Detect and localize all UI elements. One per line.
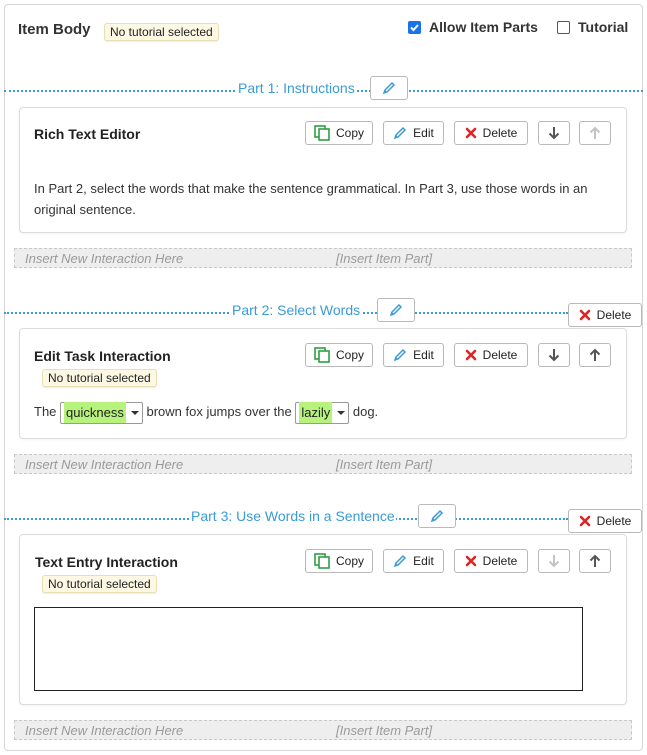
item-body-title: Item Body [18, 21, 91, 38]
part-2-label[interactable]: Part 2: Select Words [231, 302, 362, 318]
pencil-icon [430, 509, 444, 523]
close-icon [579, 515, 590, 527]
delete-label: Delete [482, 554, 518, 568]
edit-label: Edit [413, 126, 434, 140]
close-icon [465, 349, 476, 361]
delete-button[interactable]: Delete [454, 549, 528, 573]
delete-label: Delete [482, 126, 518, 140]
arrow-up-icon [589, 348, 601, 361]
copy-icon [314, 125, 330, 141]
insert-bar-1: Insert New Interaction Here [Insert Item… [14, 248, 632, 268]
card-title: Text Entry Interaction [35, 554, 178, 570]
check-icon [410, 23, 419, 31]
allow-item-parts-checkbox[interactable] [408, 20, 421, 34]
selected-word: quickness [64, 402, 126, 424]
edit-label: Edit [413, 554, 434, 568]
edit-button[interactable]: Edit [383, 121, 444, 145]
copy-label: Copy [335, 348, 364, 362]
sentence-text: dog. [352, 404, 379, 419]
edit-part-2-button[interactable] [377, 298, 415, 322]
move-up-button[interactable] [579, 343, 611, 367]
tutorial-badge: No tutorial selected [42, 575, 157, 593]
word-select-1[interactable]: quickness [60, 401, 143, 424]
edit-part-1-button[interactable] [370, 76, 408, 100]
arrow-up-icon [589, 554, 601, 567]
delete-part-3-button[interactable]: Delete [568, 509, 642, 533]
copy-icon [314, 553, 330, 569]
copy-label: Copy [335, 554, 364, 568]
edit-label: Edit [413, 348, 434, 362]
copy-button[interactable]: Copy [305, 121, 373, 145]
selected-word: lazily [299, 402, 333, 424]
pencil-icon [382, 81, 396, 95]
insert-interaction-link[interactable]: Insert New Interaction Here [25, 457, 183, 472]
arrow-down-icon [548, 127, 560, 140]
card-title: Rich Text Editor [34, 126, 141, 142]
close-icon [465, 127, 476, 139]
arrow-down-icon [548, 555, 560, 568]
delete-label: Delete [596, 514, 632, 528]
pencil-icon [389, 303, 403, 317]
edit-button[interactable]: Edit [383, 343, 444, 367]
insert-interaction-link[interactable]: Insert New Interaction Here [25, 251, 183, 266]
pencil-icon [393, 554, 407, 568]
move-down-button[interactable] [538, 343, 570, 367]
edit-part-3-button[interactable] [418, 504, 456, 528]
allow-item-parts-label: Allow Item Parts [429, 19, 538, 35]
move-up-button-disabled[interactable] [579, 121, 611, 145]
move-up-button[interactable] [579, 549, 611, 573]
tutorial-badge: No tutorial selected [104, 23, 219, 41]
delete-label: Delete [482, 348, 518, 362]
insert-item-part-link[interactable]: [Insert Item Part] [336, 457, 432, 472]
arrow-up-icon [589, 126, 601, 139]
tutorial-toggle[interactable]: Tutorial [557, 19, 628, 35]
move-down-button[interactable] [538, 121, 570, 145]
copy-icon [314, 347, 330, 363]
move-down-button-disabled[interactable] [538, 549, 570, 573]
card-title: Edit Task Interaction [34, 348, 171, 364]
delete-button[interactable]: Delete [454, 343, 528, 367]
insert-item-part-link[interactable]: [Insert Item Part] [336, 723, 432, 738]
copy-button[interactable]: Copy [305, 549, 373, 573]
chevron-down-icon [337, 410, 346, 415]
delete-button[interactable]: Delete [454, 121, 528, 145]
edit-button[interactable]: Edit [383, 549, 444, 573]
delete-part-2-button[interactable]: Delete [568, 303, 642, 327]
tutorial-badge: No tutorial selected [42, 369, 157, 387]
arrow-down-icon [548, 349, 560, 362]
text-entry-field[interactable] [34, 607, 583, 691]
delete-label: Delete [596, 308, 632, 322]
pencil-icon [393, 348, 407, 362]
pencil-icon [393, 126, 407, 140]
insert-item-part-link[interactable]: [Insert Item Part] [336, 251, 432, 266]
insert-interaction-link[interactable]: Insert New Interaction Here [25, 723, 183, 738]
tutorial-label: Tutorial [578, 19, 629, 35]
sentence-text: brown fox jumps over the [146, 404, 292, 419]
sentence-text: The [34, 404, 57, 419]
chevron-down-icon [130, 410, 139, 415]
tutorial-checkbox[interactable] [557, 20, 570, 34]
insert-bar-3: Insert New Interaction Here [Insert Item… [14, 720, 632, 740]
close-icon [579, 309, 590, 321]
allow-item-parts-toggle[interactable]: Allow Item Parts [408, 19, 538, 35]
part-1-label[interactable]: Part 1: Instructions [237, 80, 356, 96]
rich-text-content: In Part 2, select the words that make th… [34, 181, 588, 217]
close-icon [465, 555, 476, 567]
copy-button[interactable]: Copy [305, 343, 373, 367]
insert-bar-2: Insert New Interaction Here [Insert Item… [14, 454, 632, 474]
edit-task-sentence: The quickness brown fox jumps over the l… [34, 401, 378, 424]
word-select-2[interactable]: lazily [295, 401, 350, 424]
part-3-label[interactable]: Part 3: Use Words in a Sentence [190, 508, 396, 524]
copy-label: Copy [335, 126, 364, 140]
